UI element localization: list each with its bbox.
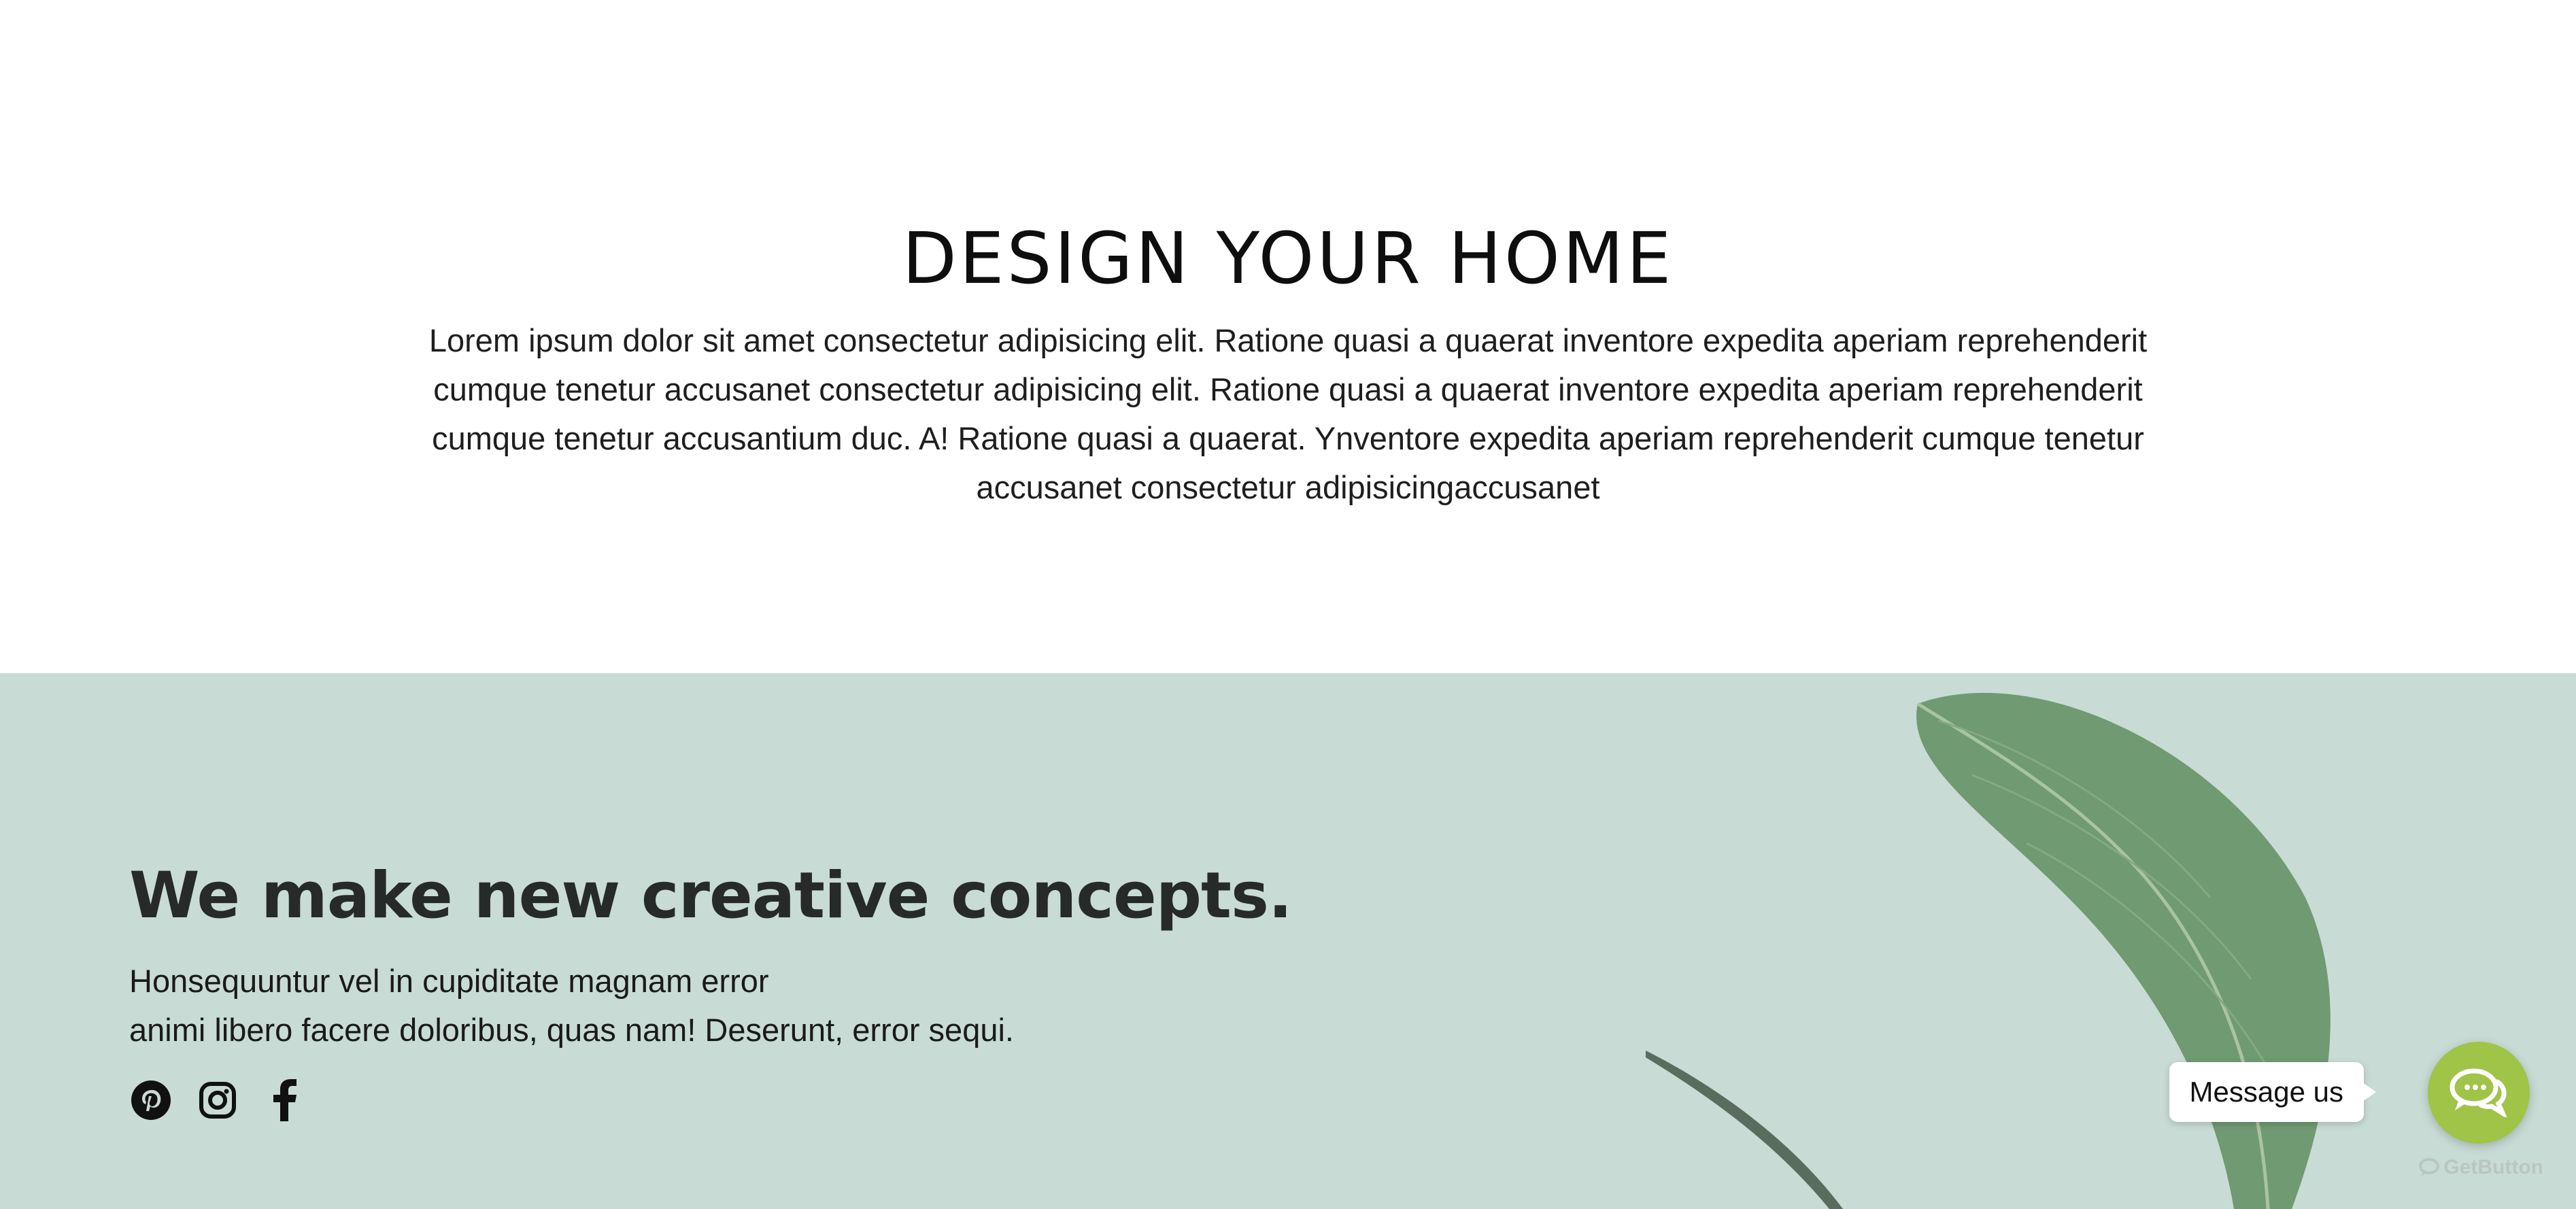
pinterest-link[interactable] xyxy=(129,1078,173,1122)
creative-banner: We make new creative concepts. Honsequun… xyxy=(0,673,2576,1209)
facebook-icon xyxy=(273,1079,296,1121)
getbutton-branding[interactable]: GetButton xyxy=(2419,1156,2543,1179)
instagram-icon xyxy=(199,1082,236,1119)
leaf-image xyxy=(1646,692,2331,1209)
social-links xyxy=(129,1078,306,1122)
chat-button[interactable] xyxy=(2428,1042,2530,1144)
banner-text-line: animi libero facere doloribus, quas nam!… xyxy=(129,1012,1014,1048)
section-description: Lorem ipsum dolor sit amet consectetur a… xyxy=(428,322,2148,505)
getbutton-label: GetButton xyxy=(2443,1156,2543,1178)
banner-description: Honsequuntur vel in cupiditate magnam er… xyxy=(129,957,1014,1055)
message-us-bubble[interactable]: Message us xyxy=(2169,1062,2377,1122)
section-title: DESIGN YOUR HOME xyxy=(902,216,1674,300)
getbutton-logo-icon xyxy=(2419,1158,2440,1176)
facebook-link[interactable] xyxy=(262,1078,306,1122)
banner-heading: We make new creative concepts. xyxy=(129,859,1293,934)
chat-bubbles-icon xyxy=(2450,1068,2507,1117)
banner-text-line: Honsequuntur vel in cupiditate magnam er… xyxy=(129,963,769,999)
pinterest-icon xyxy=(131,1080,171,1120)
intro-section: DESIGN YOUR HOME Lorem ipsum dolor sit a… xyxy=(0,0,2576,673)
instagram-link[interactable] xyxy=(196,1078,239,1122)
